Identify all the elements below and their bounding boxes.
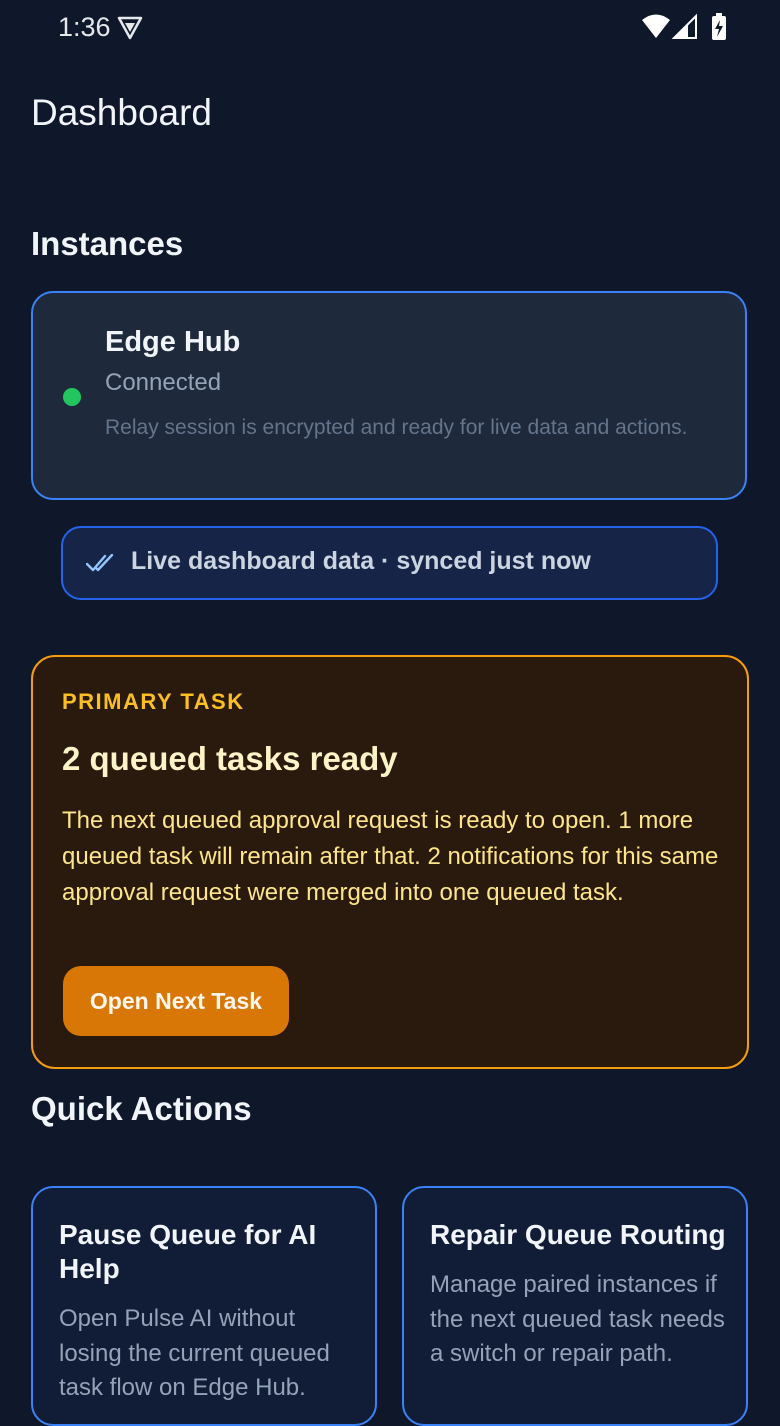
status-icons [642,13,726,40]
instance-description: Relay session is encrypted and ready for… [105,416,688,439]
primary-task-title: 2 queued tasks ready [62,740,398,777]
page-title: Dashboard [31,92,213,133]
instance-status: Connected [105,369,222,396]
battery-charging-icon [712,13,726,40]
connection-status-dot-icon [63,388,81,406]
wifi-icon [642,14,670,38]
quick-action-description: Manage paired instances if the next queu… [430,1271,725,1367]
primary-task-eyebrow: PRIMARY TASK [62,689,245,714]
instances-section-title: Instances [31,225,184,262]
signal-icon [671,13,697,39]
quick-actions-section-title: Quick Actions [31,1090,252,1127]
quick-action-title: Repair Queue Routing [430,1219,726,1250]
status-time: 1:36 [58,12,111,42]
primary-task-body: The next queued approval request is read… [62,807,719,906]
vpn-shield-icon [117,16,143,40]
quick-action-title: Pause Queue for AI Help [59,1219,317,1284]
sync-status-label: Live dashboard data · synced just now [131,547,591,575]
double-check-icon [86,553,114,572]
open-next-task-button[interactable]: Open Next Task [63,966,289,1036]
quick-action-description: Open Pulse AI without losing the current… [59,1305,330,1401]
instance-name: Edge Hub [105,326,241,358]
